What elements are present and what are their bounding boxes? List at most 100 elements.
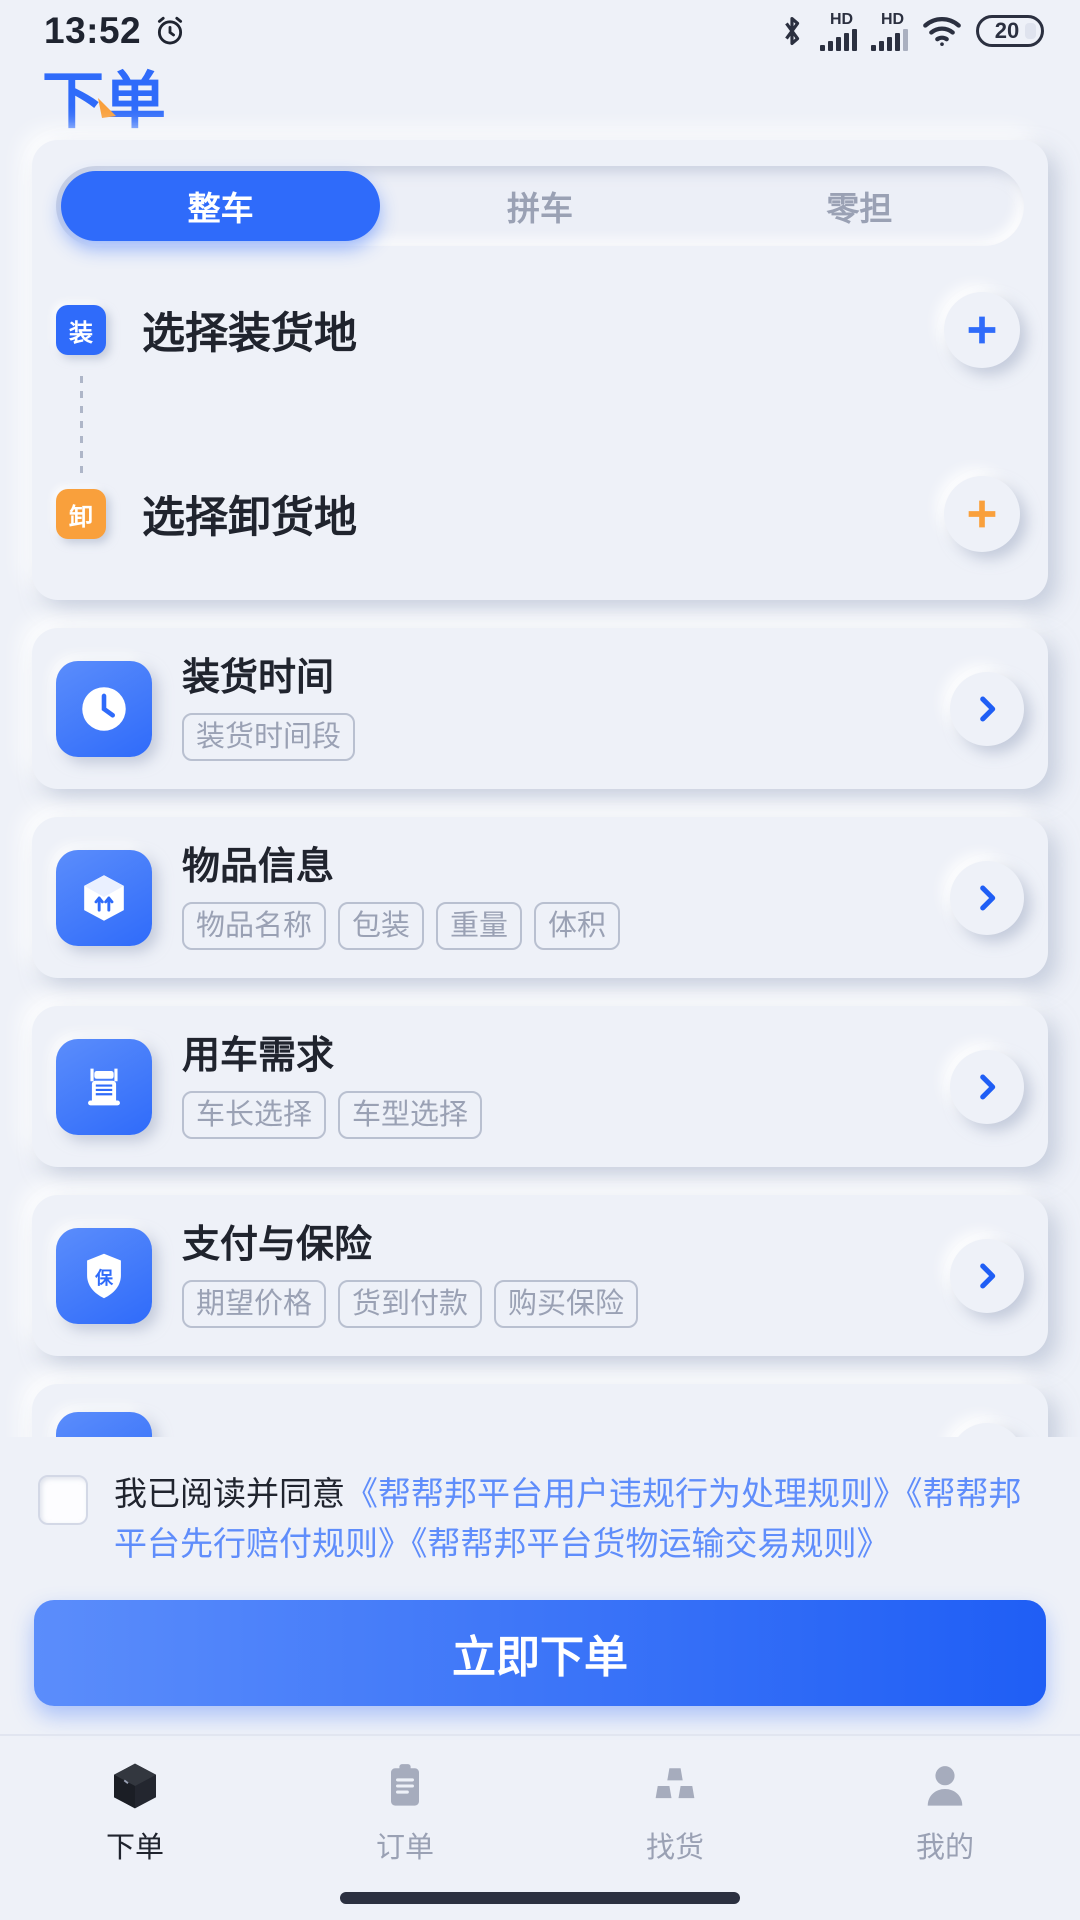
payment-insurance-chevron[interactable] xyxy=(950,1239,1024,1313)
plus-icon xyxy=(962,310,1002,350)
cube-icon xyxy=(107,1758,163,1814)
dropoff-address-label: 选择卸货地 xyxy=(142,483,357,545)
vehicle-demand-body: 用车需求 车长选择 车型选择 xyxy=(182,1034,950,1139)
order-type-tabs: 整车 拼车 零担 xyxy=(56,166,1024,246)
payment-insurance-body: 支付与保险 期望价格 货到付款 购买保险 xyxy=(182,1223,950,1328)
loading-time-title: 装货时间 xyxy=(182,656,950,701)
payment-insurance-card[interactable]: 保 支付与保险 期望价格 货到付款 购买保险 xyxy=(32,1195,1048,1356)
package-icon xyxy=(56,850,152,946)
order-type-address-card: 整车 拼车 零担 装 选择装货地 xyxy=(32,140,1048,600)
hd-label-sim1: HD xyxy=(830,12,853,28)
loading-time-entry[interactable]: 装货时间 装货时间段 xyxy=(32,628,1048,789)
signal-strength-sim1: HD xyxy=(820,12,857,51)
goods-info-chevron[interactable] xyxy=(950,861,1024,935)
tab-zhengche[interactable]: 整车 xyxy=(61,171,380,241)
loading-time-tags: 装货时间段 xyxy=(182,713,950,761)
loading-time-chevron[interactable] xyxy=(950,672,1024,746)
payment-insurance-entry[interactable]: 保 支付与保险 期望价格 货到付款 购买保险 xyxy=(32,1195,1048,1356)
tag-expected-price: 期望价格 xyxy=(182,1280,326,1328)
nav-label-profile: 我的 xyxy=(916,1824,974,1866)
route-dashed-line xyxy=(80,376,83,476)
agreement-row: 我已阅读并同意《帮帮邦平台用户违规行为处理规则》《帮帮邦平台先行赔付规则》《帮帮… xyxy=(0,1451,1080,1574)
shield-insurance-icon: 保 xyxy=(56,1228,152,1324)
nav-item-orders[interactable]: 订单 xyxy=(270,1758,540,1866)
order-type-tabs-wrapper: 整车 拼车 零担 xyxy=(32,140,1048,280)
vehicle-demand-chevron[interactable] xyxy=(950,1050,1024,1124)
chevron-right-icon xyxy=(970,692,1004,726)
loading-time-body: 装货时间 装货时间段 xyxy=(182,656,950,761)
pickup-address-label: 选择装货地 xyxy=(142,299,357,361)
status-bar-left: 13:52 xyxy=(44,10,187,52)
nav-item-profile[interactable]: 我的 xyxy=(810,1758,1080,1866)
page-title-text: 下单 xyxy=(42,68,166,132)
goods-info-card[interactable]: 物品信息 物品名称 包装 重量 体积 xyxy=(32,817,1048,978)
pickup-address-row[interactable]: 装 选择装货地 xyxy=(56,284,1024,376)
loading-time-card[interactable]: 装货时间 装货时间段 xyxy=(32,628,1048,789)
battery-indicator: 20 xyxy=(976,15,1044,47)
alarm-icon xyxy=(153,14,187,48)
nav-item-find-cargo[interactable]: 找货 xyxy=(540,1758,810,1866)
address-section: 装 选择装货地 卸 选择卸货地 xyxy=(32,280,1048,600)
dropoff-badge: 卸 xyxy=(56,489,106,539)
payment-insurance-tags: 期望价格 货到付款 购买保险 xyxy=(182,1280,950,1328)
bottom-navigation: 下单 订单 xyxy=(0,1734,1080,1874)
person-icon xyxy=(917,1758,973,1814)
place-order-button[interactable]: 立即下单 xyxy=(34,1600,1046,1706)
goods-info-title: 物品信息 xyxy=(182,845,950,890)
home-indicator xyxy=(340,1892,740,1904)
tag-goods-name: 物品名称 xyxy=(182,902,326,950)
cargo-icon xyxy=(647,1758,703,1814)
pickup-badge: 装 xyxy=(56,305,106,355)
dropoff-address-row[interactable]: 卸 选择卸货地 xyxy=(56,468,1024,560)
plus-icon xyxy=(962,494,1002,534)
add-pickup-button[interactable] xyxy=(944,292,1020,368)
agreement-link-violation[interactable]: 《帮帮邦平台用户违规行为处理规则》 xyxy=(345,1475,906,1512)
nav-item-order-create[interactable]: 下单 xyxy=(0,1758,270,1866)
payment-insurance-title: 支付与保险 xyxy=(182,1223,950,1268)
tag-loading-period: 装货时间段 xyxy=(182,713,355,761)
vehicle-demand-tags: 车长选择 车型选择 xyxy=(182,1091,950,1139)
tag-buy-insurance: 购买保险 xyxy=(494,1280,638,1328)
status-time: 13:52 xyxy=(44,10,141,52)
add-dropoff-button[interactable] xyxy=(944,476,1020,552)
tag-weight: 重量 xyxy=(436,902,522,950)
chevron-right-icon xyxy=(970,1259,1004,1293)
bottom-bar: 我已阅读并同意《帮帮邦平台用户违规行为处理规则》《帮帮邦平台先行赔付规则》《帮帮… xyxy=(0,1437,1080,1920)
clock-icon xyxy=(56,661,152,757)
goods-info-tags: 物品名称 包装 重量 体积 xyxy=(182,902,950,950)
tag-volume: 体积 xyxy=(534,902,620,950)
status-bar: 13:52 HD HD xyxy=(0,0,1080,62)
tag-packaging: 包装 xyxy=(338,902,424,950)
agreement-link-transport-trade[interactable]: 《帮帮邦平台货物运输交易规则》 xyxy=(411,1525,890,1562)
nav-label-find-cargo: 找货 xyxy=(646,1824,704,1866)
truck-icon xyxy=(56,1039,152,1135)
app-screen: 13:52 HD HD xyxy=(0,0,1080,1920)
chevron-right-icon xyxy=(970,881,1004,915)
signal-strength-sim2: HD xyxy=(871,12,908,51)
nav-label-orders: 订单 xyxy=(376,1824,434,1866)
agreement-checkbox[interactable] xyxy=(38,1475,88,1525)
route-spacer xyxy=(56,376,1024,468)
tab-lingdan[interactable]: 零担 xyxy=(700,171,1019,241)
nav-label-order-create: 下单 xyxy=(106,1824,164,1866)
bluetooth-icon xyxy=(778,13,806,49)
hd-label-sim2: HD xyxy=(881,12,904,28)
chevron-right-icon xyxy=(970,1070,1004,1104)
vehicle-demand-title: 用车需求 xyxy=(182,1034,950,1079)
tab-pinche[interactable]: 拼车 xyxy=(380,171,699,241)
svg-text:保: 保 xyxy=(94,1267,114,1288)
wifi-icon xyxy=(922,15,962,47)
status-bar-right: HD HD 20 xyxy=(778,12,1044,51)
clipboard-icon xyxy=(377,1758,433,1814)
battery-level: 20 xyxy=(995,18,1019,44)
tag-cash-on-delivery: 货到付款 xyxy=(338,1280,482,1328)
tag-vehicle-type: 车型选择 xyxy=(338,1091,482,1139)
goods-info-body: 物品信息 物品名称 包装 重量 体积 xyxy=(182,845,950,950)
vehicle-demand-card[interactable]: 用车需求 车长选择 车型选择 xyxy=(32,1006,1048,1167)
page-title: 下单 xyxy=(0,62,1080,146)
tag-vehicle-length: 车长选择 xyxy=(182,1091,326,1139)
agreement-prefix: 我已阅读并同意 xyxy=(114,1475,345,1512)
goods-info-entry[interactable]: 物品信息 物品名称 包装 重量 体积 xyxy=(32,817,1048,978)
agreement-text: 我已阅读并同意《帮帮邦平台用户违规行为处理规则》《帮帮邦平台先行赔付规则》《帮帮… xyxy=(114,1469,1042,1568)
vehicle-demand-entry[interactable]: 用车需求 车长选择 车型选择 xyxy=(32,1006,1048,1167)
